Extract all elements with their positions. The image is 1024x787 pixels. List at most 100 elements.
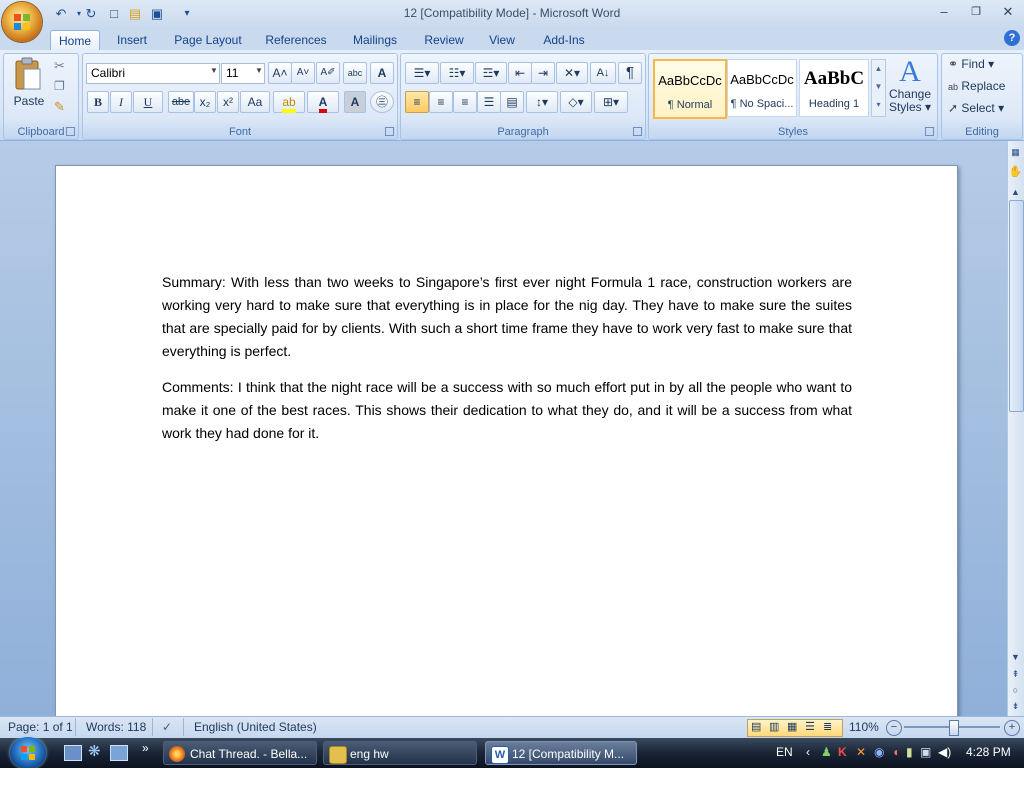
scroll-down-icon[interactable]: ▼: [1008, 650, 1023, 664]
minimize-button[interactable]: –: [930, 2, 958, 22]
tab-references[interactable]: References: [258, 30, 334, 50]
bullets-button[interactable]: ☰▾: [405, 62, 439, 84]
justify-button[interactable]: ☰: [477, 91, 501, 113]
language-indicator[interactable]: English (United States): [194, 720, 317, 734]
print-layout-icon[interactable]: ▤: [751, 720, 761, 733]
hand-icon[interactable]: ✋: [1008, 165, 1023, 179]
full-screen-reading-icon[interactable]: ▥: [769, 720, 779, 733]
asian-layout-button[interactable]: ✕▾: [556, 62, 588, 84]
office-button[interactable]: [2, 2, 42, 42]
paste-button[interactable]: Paste: [12, 57, 46, 111]
taskbar-item-firefox[interactable]: Chat Thread. - Bella...: [163, 741, 317, 765]
help-icon[interactable]: ?: [1004, 30, 1020, 46]
previous-page-icon[interactable]: ⇞: [1008, 667, 1023, 681]
highlight-color-button[interactable]: ab: [273, 91, 305, 113]
tray-expand-icon[interactable]: ‹: [806, 745, 810, 759]
select-button[interactable]: ➚ Select ▾: [948, 101, 1018, 117]
clipboard-launcher-icon[interactable]: [66, 127, 75, 136]
tab-mailings[interactable]: Mailings: [346, 30, 404, 50]
tab-add-ins[interactable]: Add-Ins: [535, 30, 593, 50]
change-styles-button[interactable]: A Change Styles ▾: [888, 56, 932, 118]
shrink-font-button[interactable]: A˅: [291, 62, 315, 84]
replace-button[interactable]: ab Replace: [948, 79, 1018, 95]
character-shading-button[interactable]: A: [344, 91, 366, 113]
superscript-button[interactable]: x²: [217, 91, 239, 113]
distributed-button[interactable]: ▤: [500, 91, 524, 113]
close-button[interactable]: ✕: [994, 2, 1022, 22]
restore-button[interactable]: ❐: [962, 2, 990, 22]
style-no-spacing[interactable]: AaBbCcDc ¶ No Spaci...: [727, 59, 797, 117]
tray-app-icon[interactable]: ◉: [874, 745, 884, 759]
web-layout-icon[interactable]: ▦: [787, 720, 797, 733]
paragraph-launcher-icon[interactable]: [633, 127, 642, 136]
tab-review[interactable]: Review: [418, 30, 470, 50]
align-center-button[interactable]: ≡: [429, 91, 453, 113]
italic-button[interactable]: I: [110, 91, 132, 113]
font-launcher-icon[interactable]: [385, 127, 394, 136]
view-ruler-icon[interactable]: ▦: [1008, 145, 1023, 159]
font-size-dropdown-icon[interactable]: ▼: [255, 66, 263, 75]
zoom-slider-thumb[interactable]: [949, 720, 960, 736]
multilevel-list-button[interactable]: ☲▾: [475, 62, 507, 84]
format-painter-icon[interactable]: ✎: [54, 99, 65, 115]
tab-home[interactable]: Home: [50, 30, 100, 51]
tab-page-layout[interactable]: Page Layout: [168, 30, 248, 50]
taskbar-item-folder[interactable]: eng hw: [323, 741, 477, 765]
borders-button[interactable]: ⊞▾: [594, 91, 628, 113]
underline-button[interactable]: U: [133, 91, 163, 113]
strikethrough-button[interactable]: abe: [168, 91, 194, 113]
summary-paragraph[interactable]: Summary: With less than two weeks to Sin…: [162, 271, 852, 363]
character-border-button[interactable]: A: [370, 62, 394, 84]
word-count[interactable]: Words: 118: [86, 720, 146, 734]
shading-button[interactable]: ◇▾: [560, 91, 592, 113]
show-formatting-button[interactable]: ¶: [618, 62, 642, 84]
find-button[interactable]: ⚭ Find ▾: [948, 57, 1018, 73]
zoom-level[interactable]: 110%: [849, 720, 879, 734]
antivirus-icon[interactable]: K: [838, 745, 847, 759]
enclose-characters-button[interactable]: ㊂: [370, 91, 394, 113]
style-normal[interactable]: AaBbCcDc ¶ Normal: [653, 59, 727, 119]
proofing-icon[interactable]: ✓: [162, 720, 172, 734]
next-page-icon[interactable]: ⇟: [1008, 699, 1023, 713]
start-button[interactable]: [10, 737, 46, 769]
document-page[interactable]: Summary: With less than two weeks to Sin…: [55, 165, 958, 727]
subscript-button[interactable]: x₂: [194, 91, 216, 113]
line-spacing-button[interactable]: ↕▾: [526, 91, 558, 113]
styles-scroll-control[interactable]: ▲ ▼ ▾: [871, 59, 886, 117]
cut-icon[interactable]: ✂: [54, 58, 65, 74]
tab-insert[interactable]: Insert: [109, 30, 155, 50]
bold-button[interactable]: B: [87, 91, 109, 113]
taskbar-item-word[interactable]: W 12 [Compatibility M...: [485, 741, 637, 765]
select-browse-object-icon[interactable]: ○: [1008, 683, 1023, 697]
switch-windows-icon[interactable]: [110, 745, 128, 761]
quick-launch-more-icon[interactable]: »: [142, 741, 149, 755]
safely-remove-icon[interactable]: ▮: [906, 745, 913, 759]
outline-icon[interactable]: ☰: [805, 720, 815, 733]
messenger-icon[interactable]: ♟: [821, 745, 832, 759]
page-count[interactable]: Page: 1 of 1: [8, 720, 73, 734]
align-left-button[interactable]: ≡: [405, 91, 429, 113]
volume-icon[interactable]: ◀): [938, 745, 951, 759]
sort-button[interactable]: A↓: [590, 62, 616, 84]
comments-paragraph[interactable]: Comments: I think that the night race wi…: [162, 376, 852, 445]
decrease-indent-button[interactable]: ⇤: [508, 62, 532, 84]
font-name-dropdown-icon[interactable]: ▼: [210, 66, 218, 75]
audio-app-icon[interactable]: ◖: [892, 745, 899, 759]
grow-font-button[interactable]: A˄: [268, 62, 292, 84]
font-name-field[interactable]: Calibri: [86, 63, 220, 84]
styles-launcher-icon[interactable]: [925, 127, 934, 136]
draft-icon[interactable]: ≣: [823, 720, 832, 733]
quick-launch-app-icon[interactable]: ❋: [88, 742, 101, 760]
tab-view[interactable]: View: [482, 30, 522, 50]
phonetic-guide-button[interactable]: abc: [343, 62, 367, 84]
clear-formatting-button[interactable]: A✐: [316, 62, 340, 84]
input-language[interactable]: EN: [776, 745, 793, 759]
scroll-up-icon[interactable]: ▲: [1008, 185, 1023, 199]
style-heading-1[interactable]: AaBbC Heading 1: [799, 59, 869, 117]
zoom-out-icon[interactable]: −: [886, 720, 902, 736]
security-alert-icon[interactable]: ✕: [856, 745, 866, 759]
show-desktop-icon[interactable]: [64, 745, 82, 761]
clock[interactable]: 4:28 PM: [966, 745, 1011, 759]
vertical-scroll-thumb[interactable]: [1009, 200, 1024, 412]
change-case-button[interactable]: Aa: [240, 91, 270, 113]
